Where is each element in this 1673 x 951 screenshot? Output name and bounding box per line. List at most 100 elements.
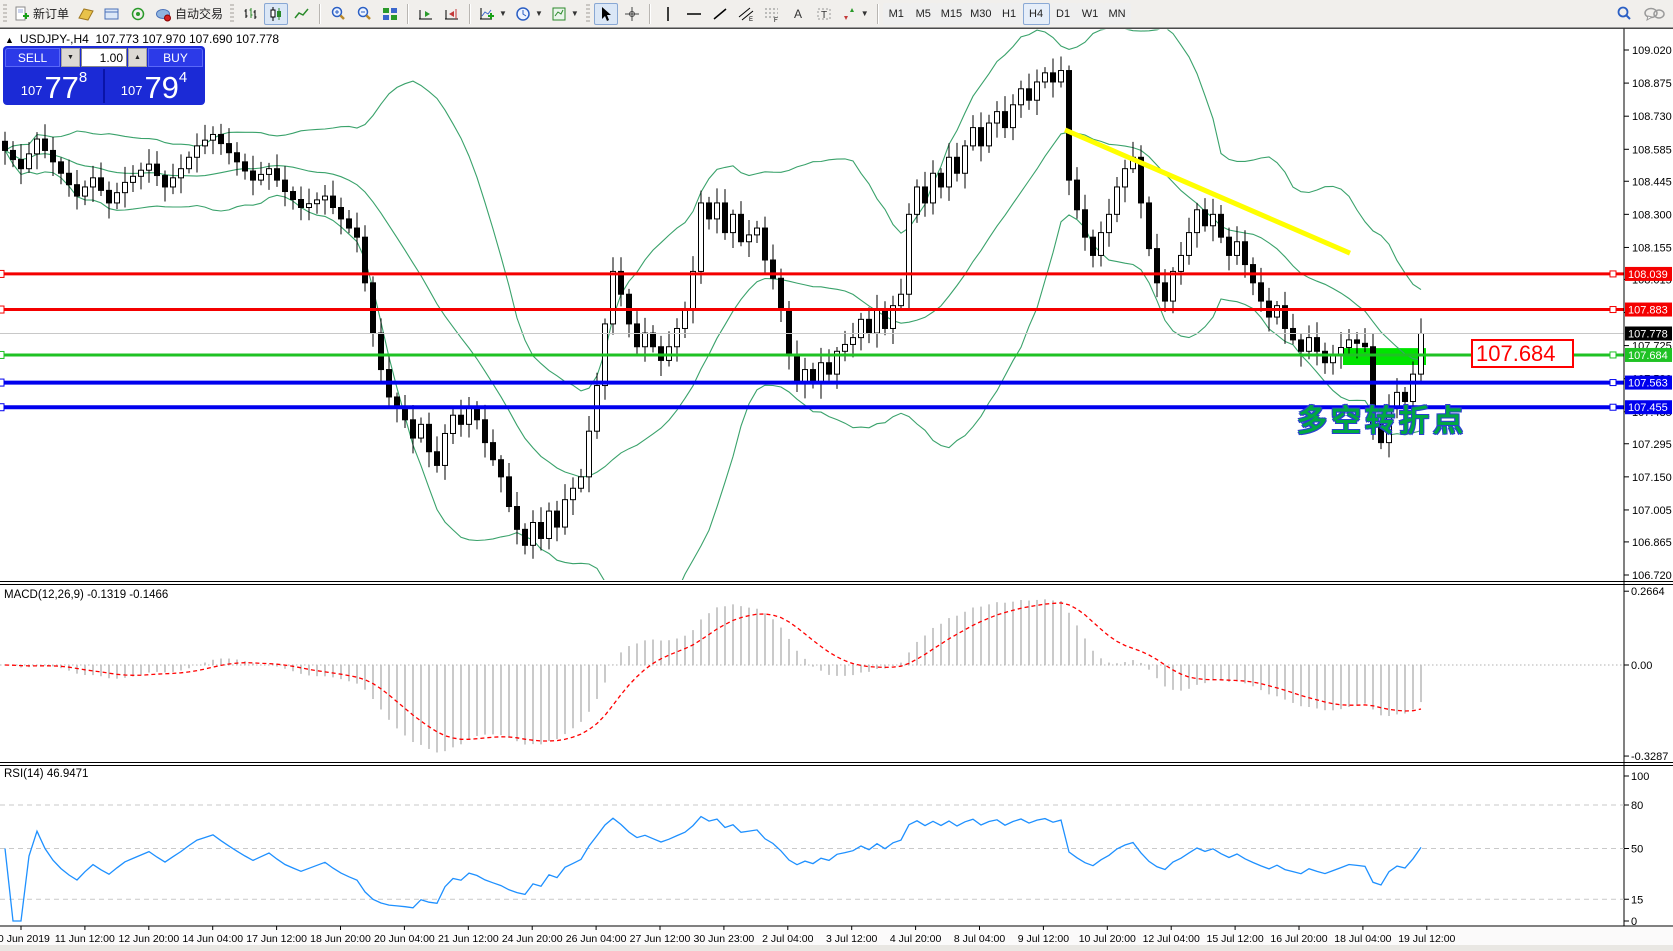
autotrading-icon — [155, 6, 172, 22]
chinese-annotation-text[interactable]: 多空转折点 — [1297, 396, 1467, 440]
hline-right-handle — [1610, 307, 1616, 313]
line-chart-mode-button[interactable] — [290, 3, 314, 25]
time-tick-label: 4 Jul 20:00 — [890, 933, 942, 945]
candlestick-mode-button[interactable] — [264, 3, 288, 25]
hline-left-handle — [0, 270, 4, 277]
toolbar-grip[interactable] — [230, 4, 234, 24]
text-label-tool-button[interactable]: T — [812, 3, 836, 25]
zoom-out-button[interactable] — [352, 3, 376, 25]
horizontal-line-tool-button[interactable] — [682, 3, 706, 25]
dropdown-arrow-icon: ▼ — [861, 9, 869, 18]
buy-price-button[interactable]: 107794 — [105, 69, 203, 103]
timeframe-button-H4[interactable]: H4 — [1023, 3, 1050, 25]
timeframe-button-D1[interactable]: D1 — [1050, 3, 1077, 25]
price-tick-label: 108.730 — [1632, 111, 1672, 123]
fibonacci-tool-button[interactable]: F — [760, 3, 784, 25]
collapse-icon[interactable]: ▲ — [5, 35, 14, 45]
fibonacci-icon: F — [764, 6, 780, 22]
timeframe-button-M15[interactable]: M15 — [937, 3, 966, 25]
hline-right-handle — [1610, 380, 1616, 386]
text-tool-button[interactable]: A — [786, 3, 810, 25]
chat-icon[interactable] — [1643, 6, 1665, 22]
volume-up-button[interactable]: ▲ — [128, 48, 147, 67]
sell-button[interactable]: SELL — [5, 48, 60, 67]
new-order-button[interactable]: 新订单 — [11, 3, 72, 25]
data-window-button[interactable] — [100, 3, 124, 25]
timeframe-button-MN[interactable]: MN — [1104, 3, 1131, 25]
market-watch-button[interactable] — [74, 3, 98, 25]
chart-canvas[interactable]: 109.020108.875108.730108.585108.445108.3… — [0, 0, 1673, 951]
auto-scroll-button[interactable] — [414, 3, 438, 25]
time-tick-label: 30 Jun 23:00 — [694, 933, 755, 945]
time-axis[interactable]: 10 Jun 201911 Jun 12:0012 Jun 20:0014 Ju… — [0, 926, 1673, 951]
tile-windows-icon — [382, 6, 398, 22]
volume-down-button[interactable]: ▼ — [61, 48, 80, 67]
price-annotation-box[interactable]: 107.684 — [1471, 339, 1574, 368]
toolbar-grip[interactable] — [3, 4, 7, 24]
price-tick-label: 108.155 — [1632, 242, 1672, 254]
time-tick-label: 3 Jul 12:00 — [826, 933, 878, 945]
cursor-icon — [598, 6, 614, 22]
time-tick-label: 19 Jul 12:00 — [1398, 933, 1455, 945]
toolbar-separator — [469, 4, 471, 24]
svg-text:F: F — [774, 18, 778, 22]
text-label-icon: T — [816, 6, 832, 22]
channel-tool-button[interactable]: E — [734, 3, 758, 25]
trendline-tool-button[interactable] — [708, 3, 732, 25]
autotrading-button[interactable]: 自动交易 — [152, 3, 226, 25]
auto-scroll-icon — [418, 6, 434, 22]
bollinger-upper — [5, 28, 1421, 391]
sell-price-button[interactable]: 107778 — [5, 69, 103, 103]
periods-button[interactable]: ▼ — [512, 3, 546, 25]
rsi-value: 46.9471 — [47, 768, 89, 780]
svg-text:A: A — [794, 7, 802, 21]
toolbar-separator — [407, 4, 409, 24]
signal-icon — [130, 6, 146, 22]
timeframe-button-M30[interactable]: M30 — [966, 3, 995, 25]
vertical-line-tool-button[interactable] — [656, 3, 680, 25]
macd-indicator-label: MACD(12,26,9) -0.1319 -0.1466 — [4, 589, 168, 601]
market-depth-button[interactable] — [126, 3, 150, 25]
chart-shift-icon — [444, 6, 460, 22]
search-icon[interactable] — [1615, 5, 1633, 23]
macd-values: -0.1319 -0.1466 — [87, 589, 168, 601]
candles — [3, 57, 1424, 559]
highlight-rect[interactable] — [1343, 348, 1426, 365]
crosshair-tool-button[interactable] — [620, 3, 644, 25]
rsi-tick-label: 15 — [1631, 894, 1643, 906]
sell-price-big: 77 — [44, 75, 78, 101]
time-tick-label: 2 Jul 04:00 — [762, 933, 814, 945]
price-tick-label: 108.300 — [1632, 209, 1672, 221]
volume-input[interactable] — [81, 48, 127, 67]
ohlc-high: 107.970 — [142, 32, 185, 46]
horizontal-level-lines[interactable] — [0, 270, 1624, 410]
time-tick-label: 12 Jun 20:00 — [118, 933, 179, 945]
text-a-icon: A — [791, 6, 805, 22]
tile-windows-button[interactable] — [378, 3, 402, 25]
hline-right-handle — [1610, 352, 1616, 358]
arrows-tool-button[interactable]: ▼ — [838, 3, 872, 25]
chart-shift-button[interactable] — [440, 3, 464, 25]
macd-signal-line — [5, 603, 1421, 741]
buy-price-sup: 4 — [179, 70, 187, 85]
autotrading-label: 自动交易 — [175, 5, 223, 22]
toolbar-grip[interactable] — [586, 4, 590, 24]
price-tick-label: 107.295 — [1632, 439, 1672, 451]
time-tick-label: 18 Jun 20:00 — [310, 933, 371, 945]
buy-button[interactable]: BUY — [148, 48, 203, 67]
timeframe-button-H1[interactable]: H1 — [996, 3, 1023, 25]
zoom-in-button[interactable] — [326, 3, 350, 25]
zoom-out-icon — [356, 5, 373, 22]
cursor-tool-button[interactable] — [594, 3, 618, 25]
price-axis[interactable]: 109.020108.875108.730108.585108.445108.3… — [1624, 45, 1672, 928]
timeframe-button-W1[interactable]: W1 — [1077, 3, 1104, 25]
timeframe-button-M1[interactable]: M1 — [883, 3, 910, 25]
bar-chart-mode-button[interactable] — [238, 3, 262, 25]
rsi-line — [5, 817, 1421, 921]
timeframe-button-M5[interactable]: M5 — [910, 3, 937, 25]
svg-text:E: E — [749, 17, 753, 22]
rsi-tick-label: 100 — [1631, 771, 1649, 783]
trend-line[interactable] — [1065, 130, 1350, 253]
indicators-button[interactable]: ▼ — [476, 3, 510, 25]
templates-button[interactable]: ▼ — [548, 3, 582, 25]
